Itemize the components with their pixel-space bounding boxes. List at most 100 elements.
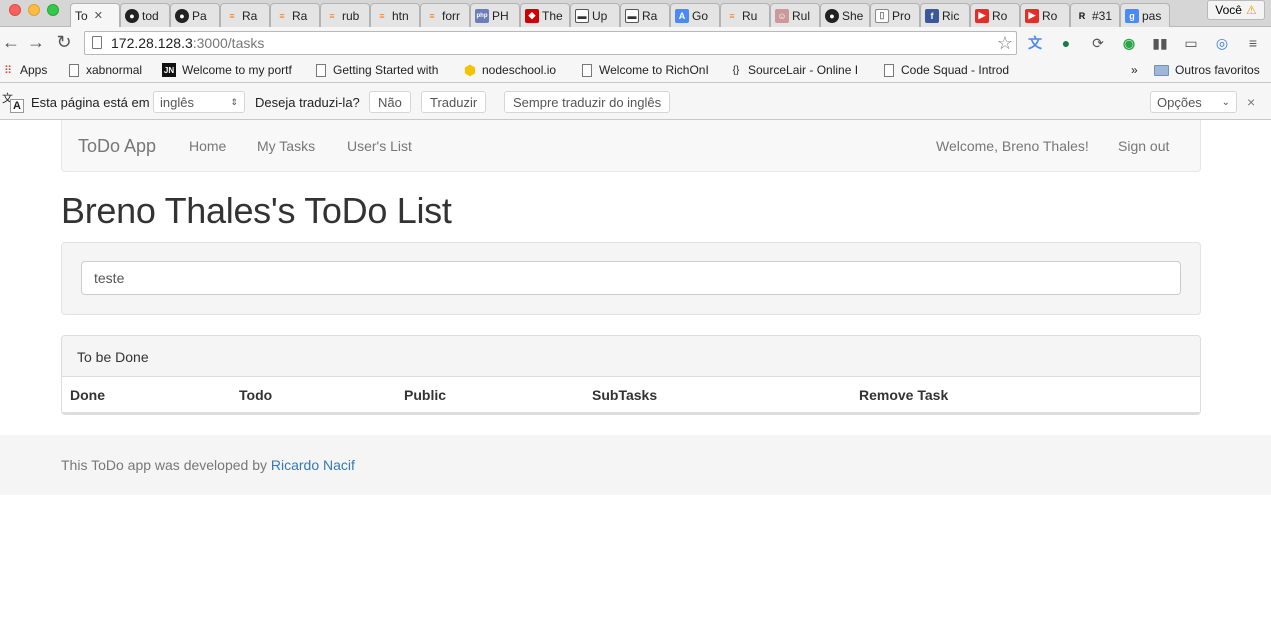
translate-icon: 文 A [0, 90, 26, 114]
language-value: inglês [160, 94, 194, 110]
browser-tab[interactable]: To ✕ [70, 3, 120, 27]
close-tab-icon[interactable]: ✕ [94, 9, 103, 22]
bookmark-apps[interactable]: ⠿ Apps [2, 63, 47, 77]
tab-title: Pa [192, 8, 207, 23]
browser-tab[interactable]: A Go [670, 3, 720, 27]
swirl-extension-icon[interactable]: ◎ [1212, 33, 1232, 53]
browser-tab[interactable]: R #31 [1070, 3, 1120, 27]
nav-link-home[interactable]: Home [189, 138, 226, 154]
stackoverflow-icon: ≡ [229, 10, 235, 21]
globe-extension-icon[interactable]: ● [1056, 33, 1076, 53]
translate-infobar: 文 A Esta página está em inglês ⇕ Deseja … [0, 83, 1271, 120]
columns-extension-icon[interactable]: ▮▮ [1150, 33, 1170, 53]
footer-text: This ToDo app was developed by Ricardo N… [61, 457, 355, 473]
browser-tab[interactable]: ≡ forr [420, 3, 470, 27]
bookmark-star-icon[interactable]: ☆ [997, 33, 1013, 54]
menu-icon[interactable]: ≡ [1243, 33, 1263, 53]
bookmark-label: Outros favoritos [1175, 63, 1260, 77]
browser-tab[interactable]: ● She [820, 3, 870, 27]
bookmark-label: Welcome to RichOnI [599, 63, 709, 77]
close-infobar-icon[interactable]: × [1247, 91, 1255, 113]
sourcelair-icon: {} [732, 64, 740, 76]
minimize-window-button[interactable] [28, 4, 40, 16]
tab-title: Ru [742, 8, 758, 23]
close-window-button[interactable] [9, 4, 21, 16]
google-icon: g [1125, 8, 1139, 23]
github-icon: ● [175, 8, 189, 23]
reload-icon[interactable]: ↻ [53, 31, 75, 53]
maximize-window-button[interactable] [47, 4, 59, 16]
profile-button[interactable]: Você ⚠ [1207, 0, 1265, 20]
tab-title: #31 [1092, 8, 1113, 23]
app-navbar: ToDo App Home My Tasks User's List Welco… [61, 120, 1201, 172]
browser-tab[interactable]: ▬ Up [570, 3, 620, 27]
column-header-done: Done [70, 387, 105, 403]
bookmark-label: Welcome to my portf [182, 63, 292, 77]
browser-tab[interactable]: ≡ Ra [270, 3, 320, 27]
other-bookmarks-folder[interactable]: Outros favoritos [1153, 63, 1260, 77]
tab-title: Go [692, 8, 709, 23]
browser-tab[interactable]: f Ric [920, 3, 970, 27]
browser-tab[interactable]: ≡ Ru [720, 3, 770, 27]
bookmark-label: Getting Started with [333, 63, 439, 77]
translate-button[interactable]: Traduzir [421, 91, 487, 113]
browser-tab[interactable]: ● Pa [170, 3, 220, 27]
tab-title: rub [342, 8, 360, 23]
bookmark-item[interactable]: ⬢ nodeschool.io [464, 63, 574, 77]
welcome-link[interactable]: Welcome, Breno Thales! [936, 138, 1089, 154]
browser-tab[interactable]: ≡ Ra [220, 3, 270, 27]
bookmark-item[interactable]: xabnormal [68, 63, 153, 77]
sign-out-link[interactable]: Sign out [1118, 138, 1169, 154]
tab-title: The [542, 8, 563, 23]
brand-link[interactable]: ToDo App [78, 136, 156, 157]
youtube-icon: ▶ [1025, 8, 1039, 23]
browser-tab[interactable]: ▶ Ro [1020, 3, 1070, 27]
nav-link-my-tasks[interactable]: My Tasks [257, 138, 315, 154]
bookmark-item[interactable]: Welcome to RichOnI [581, 63, 717, 77]
tab-title: forr [442, 8, 460, 23]
browser-tab[interactable]: g pas [1120, 3, 1170, 27]
browser-tab[interactable]: ▯ Pro [870, 3, 920, 27]
browser-tab[interactable]: ≡ rub [320, 3, 370, 27]
options-select[interactable]: Opções ⌄ [1150, 91, 1237, 113]
bookmark-item[interactable]: Code Squad - Introd [883, 63, 1017, 77]
bookmark-label: SourceLair - Online I [748, 63, 859, 77]
browser-tab[interactable]: php PH [470, 3, 520, 27]
youtube-icon: ▶ [975, 8, 989, 23]
profile-name: Você [1215, 3, 1242, 17]
bookmarks-bar: ⠿ Apps xabnormal JN Welcome to my portf … [0, 58, 1271, 83]
browser-tab[interactable]: ▬ Ra [620, 3, 670, 27]
address-bar[interactable]: 172.28.128.3:3000/tasks ☆ [84, 31, 1017, 55]
avatar-icon: ☺ [775, 8, 789, 23]
author-link[interactable]: Ricardo Nacif [271, 457, 355, 473]
browser-tab[interactable]: ▶ Ro [970, 3, 1020, 27]
page-title: Breno Thales's ToDo List [61, 190, 452, 231]
php-icon: php [475, 8, 489, 23]
github-icon: ● [125, 8, 139, 23]
new-task-input[interactable]: teste [81, 261, 1181, 295]
browser-tab[interactable]: ● tod [120, 3, 170, 27]
browser-tab[interactable]: ◆ The [520, 3, 570, 27]
browser-tab[interactable]: ≡ htn [370, 3, 420, 27]
browser-tab[interactable]: ☺ Rul [770, 3, 820, 27]
always-translate-button[interactable]: Sempre traduzir do inglês [504, 91, 671, 113]
tab-title: Pro [892, 8, 911, 23]
bookmark-item[interactable]: {} SourceLair - Online I [730, 63, 876, 77]
bookmark-label: xabnormal [86, 63, 143, 77]
nav-link-users-list[interactable]: User's List [347, 138, 412, 154]
sync-extension-icon[interactable]: ⟳ [1088, 33, 1108, 53]
cast-icon[interactable]: ▭ [1181, 33, 1201, 53]
translate-extension-icon[interactable]: 文 [1025, 33, 1045, 53]
stackoverflow-icon: ≡ [729, 10, 735, 21]
green-circle-extension-icon[interactable]: ◉ [1119, 33, 1139, 53]
bookmarks-overflow-button[interactable]: » [1131, 63, 1138, 77]
back-arrow-icon[interactable]: ← [0, 31, 22, 53]
forward-arrow-icon[interactable]: → [25, 31, 47, 53]
tab-title: Ric [942, 8, 960, 23]
language-select[interactable]: inglês ⇕ [153, 91, 245, 113]
bookmark-item[interactable]: Getting Started with [315, 63, 450, 77]
apps-grid-icon: ⠿ [3, 64, 13, 77]
select-arrows-icon: ⇕ [230, 96, 238, 107]
bookmark-item[interactable]: JN Welcome to my portf [162, 63, 302, 77]
no-translate-button[interactable]: Não [369, 91, 411, 113]
